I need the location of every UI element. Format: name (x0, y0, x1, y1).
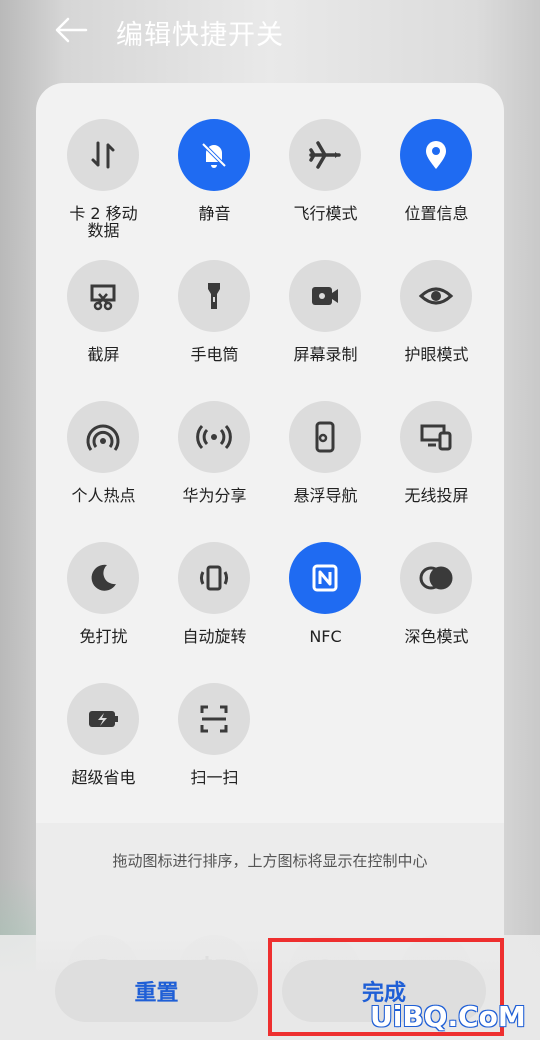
quick-switch-panel: 卡 2 移动 数据 静音 飞行模式 位置信息截屏 手电筒 屏幕录制 护眼模式个人热点 华为分享… (36, 83, 504, 1040)
mobile-data-icon (91, 141, 115, 169)
tile-label: 静音 (198, 204, 231, 223)
tile-button[interactable] (289, 401, 361, 473)
tile-mobile-data[interactable]: 卡 2 移动 数据 (48, 119, 159, 239)
eye-icon (418, 287, 454, 305)
tile-flashlight[interactable]: 手电筒 (159, 260, 270, 380)
location-pin-icon (426, 141, 446, 169)
moon-icon (91, 564, 116, 591)
page-title: 编辑快捷开关 (116, 20, 284, 51)
tile-label: 扫一扫 (190, 768, 239, 787)
tile-button[interactable] (400, 542, 472, 614)
tile-button[interactable] (400, 260, 472, 332)
header: 编辑快捷开关 (0, 0, 540, 62)
scan-icon (200, 705, 228, 733)
tile-airplane[interactable]: 飞行模式 (270, 119, 381, 239)
tile-label: 华为分享 (182, 486, 247, 505)
tile-button[interactable] (178, 119, 250, 191)
tile-button[interactable] (67, 542, 139, 614)
tile-moon[interactable]: 免打扰 (48, 542, 159, 662)
tile-eye[interactable]: 护眼模式 (381, 260, 492, 380)
tile-nfc[interactable]: NFC (270, 542, 381, 662)
tile-button[interactable] (400, 119, 472, 191)
tile-label: 位置信息 (404, 204, 469, 223)
screenshot-icon (90, 284, 116, 311)
tile-button[interactable] (178, 542, 250, 614)
tile-label: 悬浮导航 (293, 486, 358, 505)
tile-label: 手电筒 (190, 345, 239, 364)
tile-label: 自动旋转 (182, 627, 247, 646)
tile-label: 护眼模式 (404, 345, 469, 364)
tile-button[interactable] (67, 260, 139, 332)
tile-auto-rotate[interactable]: 自动旋转 (159, 542, 270, 662)
tile-label: 飞行模式 (293, 204, 358, 223)
tile-huawei-share[interactable]: 华为分享 (159, 401, 270, 521)
tile-label: 免打扰 (79, 627, 128, 646)
tile-button[interactable] (289, 542, 361, 614)
tile-button[interactable] (289, 260, 361, 332)
tile-button[interactable] (67, 683, 139, 755)
nfc-icon (312, 564, 338, 592)
tile-button[interactable] (400, 401, 472, 473)
huawei-share-icon (196, 424, 232, 450)
tile-button[interactable] (178, 260, 250, 332)
tile-bell-off[interactable]: 静音 (159, 119, 270, 239)
tile-screen-record[interactable]: 屏幕录制 (270, 260, 381, 380)
tile-floating-navigation[interactable]: 悬浮导航 (270, 401, 381, 521)
tile-hotspot[interactable]: 个人热点 (48, 401, 159, 521)
tile-battery-saver[interactable]: 超级省电 (48, 683, 159, 803)
floating-navigation-icon (315, 421, 335, 453)
tile-scan[interactable]: 扫一扫 (159, 683, 270, 803)
back-button[interactable] (52, 10, 92, 50)
dark-mode-icon (419, 566, 453, 590)
back-arrow-icon (55, 17, 88, 43)
tile-label: 深色模式 (404, 627, 469, 646)
airplane-icon (309, 141, 341, 169)
auto-rotate-icon (200, 565, 228, 591)
tile-label: 截屏 (87, 345, 120, 364)
tile-label: 个人热点 (71, 486, 136, 505)
battery-saver-icon (89, 711, 118, 727)
tile-location-pin[interactable]: 位置信息 (381, 119, 492, 239)
watermark: UiBQ.CoM (370, 1000, 526, 1033)
screen-record-icon (312, 287, 338, 305)
tile-button[interactable] (67, 401, 139, 473)
tile-label: 超级省电 (71, 768, 136, 787)
tile-button[interactable] (67, 119, 139, 191)
tile-label: 无线投屏 (404, 486, 469, 505)
tile-wireless-projection[interactable]: 无线投屏 (381, 401, 492, 521)
tile-button[interactable] (178, 401, 250, 473)
tile-screenshot[interactable]: 截屏 (48, 260, 159, 380)
wireless-projection-icon (420, 424, 452, 451)
tile-dark-mode[interactable]: 深色模式 (381, 542, 492, 662)
bell-off-icon (201, 142, 227, 168)
tile-label: 屏幕录制 (293, 345, 358, 364)
tile-button[interactable] (289, 119, 361, 191)
flashlight-icon (208, 283, 220, 309)
reset-button[interactable]: 重置 (55, 960, 258, 1022)
hotspot-icon (86, 424, 120, 451)
tile-label: 卡 2 移动 数据 (69, 204, 138, 240)
tile-button[interactable] (178, 683, 250, 755)
drag-hint-text: 拖动图标进行排序，上方图标将显示在控制中心 (112, 852, 428, 870)
tile-label: NFC (309, 627, 342, 646)
